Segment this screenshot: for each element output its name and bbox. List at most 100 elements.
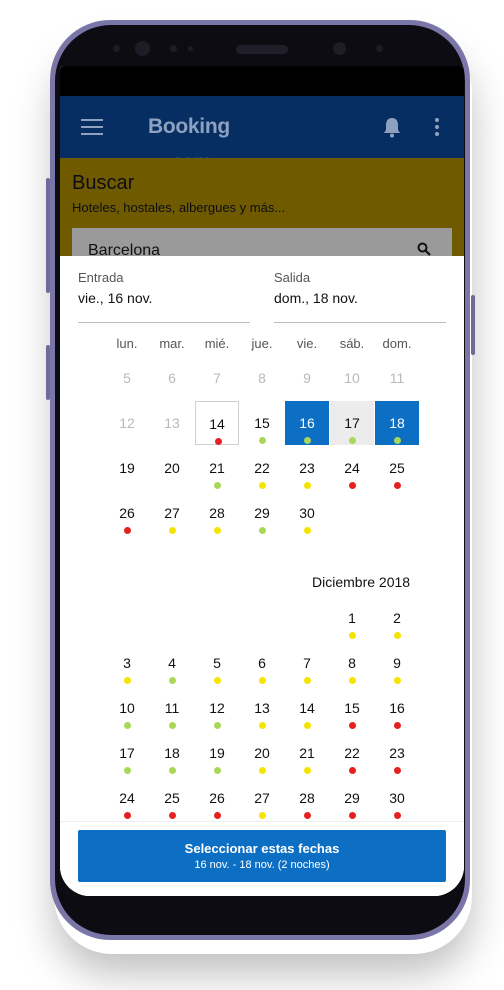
- calendar-day-number: 2: [393, 610, 401, 626]
- availability-dot: [214, 482, 221, 489]
- calendar-day-number: 4: [168, 655, 176, 671]
- calendar-day[interactable]: 2: [375, 596, 419, 640]
- calendar-day: 6: [150, 356, 194, 400]
- calendar-day-number: 27: [254, 790, 270, 806]
- availability-dot: [394, 677, 401, 684]
- calendar-day[interactable]: 17: [330, 401, 374, 445]
- calendar-day[interactable]: 30: [375, 776, 419, 820]
- calendar-day[interactable]: 19: [105, 446, 149, 490]
- availability-dot: [349, 812, 356, 819]
- phone-side-button: [46, 345, 50, 400]
- calendar-day: 10: [330, 356, 374, 400]
- availability-dot: [259, 767, 266, 774]
- calendar-day[interactable]: 10: [105, 686, 149, 730]
- checkin-field[interactable]: Entrada vie., 16 nov.: [78, 270, 250, 306]
- selected-range-label: 16 nov. - 18 nov. (2 noches): [194, 859, 330, 871]
- calendar-day[interactable]: 27: [150, 491, 194, 535]
- calendar-day[interactable]: 20: [150, 446, 194, 490]
- calendar-day: 7: [195, 356, 239, 400]
- calendar-day[interactable]: 15: [240, 401, 284, 445]
- calendar-day[interactable]: 14: [285, 686, 329, 730]
- calendar-day[interactable]: 29: [330, 776, 374, 820]
- calendar-day[interactable]: 11: [150, 686, 194, 730]
- calendar-day-number: 26: [119, 505, 135, 521]
- availability-dot: [259, 722, 266, 729]
- calendar-day[interactable]: 23: [375, 731, 419, 775]
- calendar-day[interactable]: 25: [375, 446, 419, 490]
- calendar-day[interactable]: 16: [375, 686, 419, 730]
- calendar-day[interactable]: 16: [285, 401, 329, 445]
- hamburger-menu-icon[interactable]: [81, 119, 103, 135]
- calendar-day-number: 16: [299, 415, 315, 431]
- calendar-day[interactable]: 22: [240, 446, 284, 490]
- calendar-day[interactable]: 17: [105, 731, 149, 775]
- calendar-day-number: 28: [209, 505, 225, 521]
- calendar-day-number: 10: [344, 370, 360, 386]
- calendar-day[interactable]: 14: [195, 401, 239, 445]
- calendar-day[interactable]: 28: [285, 776, 329, 820]
- calendar-day-number: 27: [164, 505, 180, 521]
- calendar-day[interactable]: 26: [195, 776, 239, 820]
- calendar-day-number: 30: [299, 505, 315, 521]
- calendar-day[interactable]: 12: [195, 686, 239, 730]
- calendar-day-number: 22: [344, 745, 360, 761]
- date-picker-sheet: Entrada vie., 16 nov. Salida dom., 18 no…: [60, 256, 464, 896]
- calendar-day[interactable]: 29: [240, 491, 284, 535]
- calendar-day: 8: [240, 356, 284, 400]
- notifications-bell-icon[interactable]: [382, 116, 402, 138]
- select-dates-button[interactable]: Seleccionar estas fechas 16 nov. - 18 no…: [78, 830, 446, 882]
- calendar-day[interactable]: 7: [285, 641, 329, 685]
- calendar-day[interactable]: 13: [240, 686, 284, 730]
- calendar-day[interactable]: 21: [285, 731, 329, 775]
- availability-dot: [304, 677, 311, 684]
- calendar-day[interactable]: 3: [105, 641, 149, 685]
- calendar-day[interactable]: 8: [330, 641, 374, 685]
- calendar-day-number: 16: [389, 700, 405, 716]
- calendar-day[interactable]: 25: [150, 776, 194, 820]
- more-options-icon[interactable]: [435, 118, 439, 136]
- calendar-day-number: 12: [119, 415, 135, 431]
- weekday-label: jue.: [251, 336, 273, 351]
- availability-dot: [259, 812, 266, 819]
- calendar-day[interactable]: 6: [240, 641, 284, 685]
- phone-sensor: [170, 45, 177, 52]
- weekday-label: lun.: [116, 336, 138, 351]
- calendar-day[interactable]: 24: [105, 776, 149, 820]
- calendar-day[interactable]: 1: [330, 596, 374, 640]
- search-icon[interactable]: [417, 242, 431, 256]
- calendar-day-number: 21: [209, 460, 225, 476]
- calendar-day[interactable]: 15: [330, 686, 374, 730]
- calendar-day-number: 24: [119, 790, 135, 806]
- calendar-day[interactable]: 5: [195, 641, 239, 685]
- calendar-day[interactable]: 9: [375, 641, 419, 685]
- calendar-day[interactable]: 26: [105, 491, 149, 535]
- calendar-day-number: 23: [389, 745, 405, 761]
- calendar-day-number: 12: [209, 700, 225, 716]
- calendar-day[interactable]: 23: [285, 446, 329, 490]
- phone-speaker: [236, 45, 288, 54]
- calendar-day[interactable]: 24: [330, 446, 374, 490]
- checkout-field[interactable]: Salida dom., 18 nov.: [274, 270, 446, 306]
- calendar-day[interactable]: 22: [330, 731, 374, 775]
- phone-sensor: [113, 45, 120, 52]
- calendar-day[interactable]: 21: [195, 446, 239, 490]
- checkin-label: Entrada: [78, 270, 124, 285]
- month-title-december: Diciembre 2018: [312, 574, 411, 590]
- calendar-day[interactable]: 4: [150, 641, 194, 685]
- calendar-day[interactable]: 27: [240, 776, 284, 820]
- calendar-day: 11: [375, 356, 419, 400]
- calendar-day[interactable]: 18: [375, 401, 419, 445]
- app-bar: [60, 96, 464, 158]
- calendar-day-number: 3: [123, 655, 131, 671]
- calendar-day[interactable]: 30: [285, 491, 329, 535]
- calendar-day[interactable]: 28: [195, 491, 239, 535]
- calendar-day[interactable]: 20: [240, 731, 284, 775]
- availability-dot: [124, 677, 131, 684]
- calendar-day-number: 23: [299, 460, 315, 476]
- calendar-day-number: 18: [164, 745, 180, 761]
- availability-dot: [124, 767, 131, 774]
- availability-dot: [169, 677, 176, 684]
- calendar-day[interactable]: 19: [195, 731, 239, 775]
- availability-dot: [304, 437, 311, 444]
- calendar-day[interactable]: 18: [150, 731, 194, 775]
